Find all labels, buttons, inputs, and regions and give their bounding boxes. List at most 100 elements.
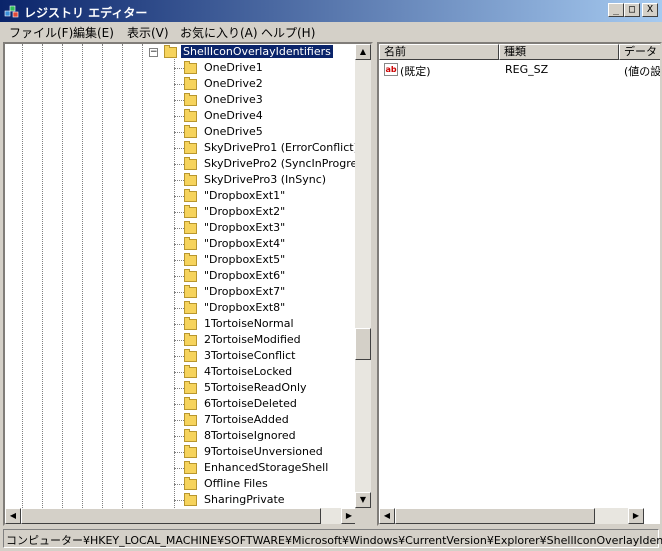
folder-icon <box>184 397 197 410</box>
tree-item[interactable]: 1TortoiseNormal <box>5 316 357 332</box>
value-data: (値の設 <box>624 65 662 78</box>
folder-icon <box>184 333 197 346</box>
scroll-left-button[interactable]: ◀ <box>379 508 395 524</box>
tree-item-label: 3TortoiseConflict <box>204 349 296 362</box>
values-list-pane[interactable]: 名前 種類 データ ab (既定) REG_SZ (値の設 ◀ ▶ <box>377 42 662 526</box>
menu-file[interactable]: ファイル(F) <box>9 24 73 41</box>
list-item[interactable]: ab (既定) REG_SZ (値の設 <box>379 62 662 78</box>
folder-icon <box>184 349 197 362</box>
tree-item[interactable]: 4TortoiseLocked <box>5 364 357 380</box>
horizontal-scroll-thumb[interactable] <box>21 508 321 524</box>
tree-item-label: SkyDrivePro1 (ErrorConflict) <box>204 141 357 154</box>
folder-icon <box>184 365 197 378</box>
scroll-up-button[interactable]: ▲ <box>355 44 371 60</box>
tree-item[interactable]: 8TortoiseIgnored <box>5 428 357 444</box>
tree-item-label: "DropboxExt4" <box>204 237 286 250</box>
menu-favorites[interactable]: お気に入り(A) <box>180 24 258 41</box>
tree-item[interactable]: SharingPrivate <box>5 492 357 508</box>
tree-item-label: OneDrive2 <box>204 77 263 90</box>
tree-item[interactable]: SkyDrivePro1 (ErrorConflict) <box>5 140 357 156</box>
key-tree[interactable]: − ShellIconOverlayIdentifiers OneDrive1 … <box>5 44 357 508</box>
scroll-down-button[interactable]: ▼ <box>355 492 371 508</box>
tree-item[interactable]: OneDrive4 <box>5 108 357 124</box>
tree-item[interactable]: 7TortoiseAdded <box>5 412 357 428</box>
string-value-icon: ab <box>384 63 398 76</box>
tree-item[interactable]: "DropboxExt6" <box>5 268 357 284</box>
horizontal-scroll-thumb[interactable] <box>395 508 595 524</box>
vertical-scroll-thumb[interactable] <box>355 328 371 360</box>
list-header: 名前 種類 データ <box>379 44 660 60</box>
collapse-icon[interactable]: − <box>149 48 158 57</box>
folder-icon <box>184 269 197 282</box>
tree-item-label: 7TortoiseAdded <box>204 413 289 426</box>
tree-item[interactable]: OneDrive5 <box>5 124 357 140</box>
tree-item-label: 4TortoiseLocked <box>204 365 293 378</box>
tree-item[interactable]: OneDrive1 <box>5 60 357 76</box>
tree-item-label: 8TortoiseIgnored <box>204 429 296 442</box>
status-bar: コンピューター¥HKEY_LOCAL_MACHINE¥SOFTWARE¥Micr… <box>3 529 662 548</box>
tree-item[interactable]: OneDrive3 <box>5 92 357 108</box>
folder-icon <box>184 205 197 218</box>
folder-icon <box>184 221 197 234</box>
status-path: コンピューター¥HKEY_LOCAL_MACHINE¥SOFTWARE¥Micr… <box>6 534 662 547</box>
tree-item[interactable]: "DropboxExt1" <box>5 188 357 204</box>
minimize-button[interactable]: _ <box>608 3 624 17</box>
tree-horizontal-scrollbar[interactable]: ◀ ▶ <box>5 508 357 524</box>
folder-icon <box>184 157 197 170</box>
folder-icon <box>184 173 197 186</box>
tree-item[interactable]: SkyDrivePro3 (InSync) <box>5 172 357 188</box>
tree-item[interactable]: SkyDrivePro2 (SyncInProgres <box>5 156 357 172</box>
tree-item[interactable]: "DropboxExt2" <box>5 204 357 220</box>
menu-bar: ファイル(F) 編集(E) 表示(V) お気に入り(A) ヘルプ(H) <box>0 22 662 41</box>
column-header-data[interactable]: データ <box>619 44 660 60</box>
tree-item-label: OneDrive3 <box>204 93 263 106</box>
folder-icon <box>184 301 197 314</box>
tree-item[interactable]: 9TortoiseUnversioned <box>5 444 357 460</box>
window-title: レジストリ エディター <box>24 6 148 20</box>
tree-item-label: OneDrive5 <box>204 125 263 138</box>
tree-item[interactable]: "DropboxExt8" <box>5 300 357 316</box>
tree-item-label: 1TortoiseNormal <box>204 317 294 330</box>
tree-item-shell-icon-overlay-identifiers[interactable]: − ShellIconOverlayIdentifiers <box>5 44 357 60</box>
tree-item-label: OneDrive1 <box>204 61 263 74</box>
regedit-icon <box>4 5 19 18</box>
menu-help[interactable]: ヘルプ(H) <box>261 24 315 41</box>
maximize-button[interactable]: □ <box>624 3 640 17</box>
folder-icon <box>184 493 197 506</box>
scroll-right-button[interactable]: ▶ <box>628 508 644 524</box>
tree-item[interactable]: Offline Files <box>5 476 357 492</box>
tree-vertical-scrollbar[interactable]: ▲ ▼ <box>355 44 371 508</box>
tree-item-label: SkyDrivePro2 (SyncInProgres <box>204 157 357 170</box>
folder-icon <box>184 445 197 458</box>
tree-item[interactable]: "DropboxExt4" <box>5 236 357 252</box>
tree-item[interactable]: 5TortoiseReadOnly <box>5 380 357 396</box>
folder-open-icon <box>164 45 177 58</box>
tree-item[interactable]: OneDrive2 <box>5 76 357 92</box>
menu-view[interactable]: 表示(V) <box>127 24 169 41</box>
menu-edit[interactable]: 編集(E) <box>73 24 114 41</box>
folder-icon <box>184 125 197 138</box>
title-bar[interactable]: レジストリ エディター _ □ X <box>0 0 662 22</box>
tree-item-label: SharingPrivate <box>204 493 285 506</box>
list-horizontal-scrollbar[interactable]: ◀ ▶ <box>379 508 644 524</box>
tree-item-label: "DropboxExt2" <box>204 205 286 218</box>
tree-item[interactable]: 2TortoiseModified <box>5 332 357 348</box>
scrollbar-corner <box>355 508 371 524</box>
tree-item[interactable]: EnhancedStorageShell <box>5 460 357 476</box>
tree-item-label: SkyDrivePro3 (InSync) <box>204 173 327 186</box>
tree-item[interactable]: 6TortoiseDeleted <box>5 396 357 412</box>
column-header-name[interactable]: 名前 <box>379 44 499 60</box>
folder-icon <box>184 61 197 74</box>
column-header-type[interactable]: 種類 <box>499 44 619 60</box>
tree-item[interactable]: 3TortoiseConflict <box>5 348 357 364</box>
folder-icon <box>184 189 197 202</box>
scroll-left-button[interactable]: ◀ <box>5 508 21 524</box>
tree-item-label: "DropboxExt7" <box>204 285 286 298</box>
close-button[interactable]: X <box>642 3 658 17</box>
folder-icon <box>184 93 197 106</box>
folder-icon <box>184 317 197 330</box>
tree-item[interactable]: "DropboxExt7" <box>5 284 357 300</box>
key-tree-pane[interactable]: − ShellIconOverlayIdentifiers OneDrive1 … <box>3 42 373 526</box>
tree-item[interactable]: "DropboxExt3" <box>5 220 357 236</box>
tree-item[interactable]: "DropboxExt5" <box>5 252 357 268</box>
